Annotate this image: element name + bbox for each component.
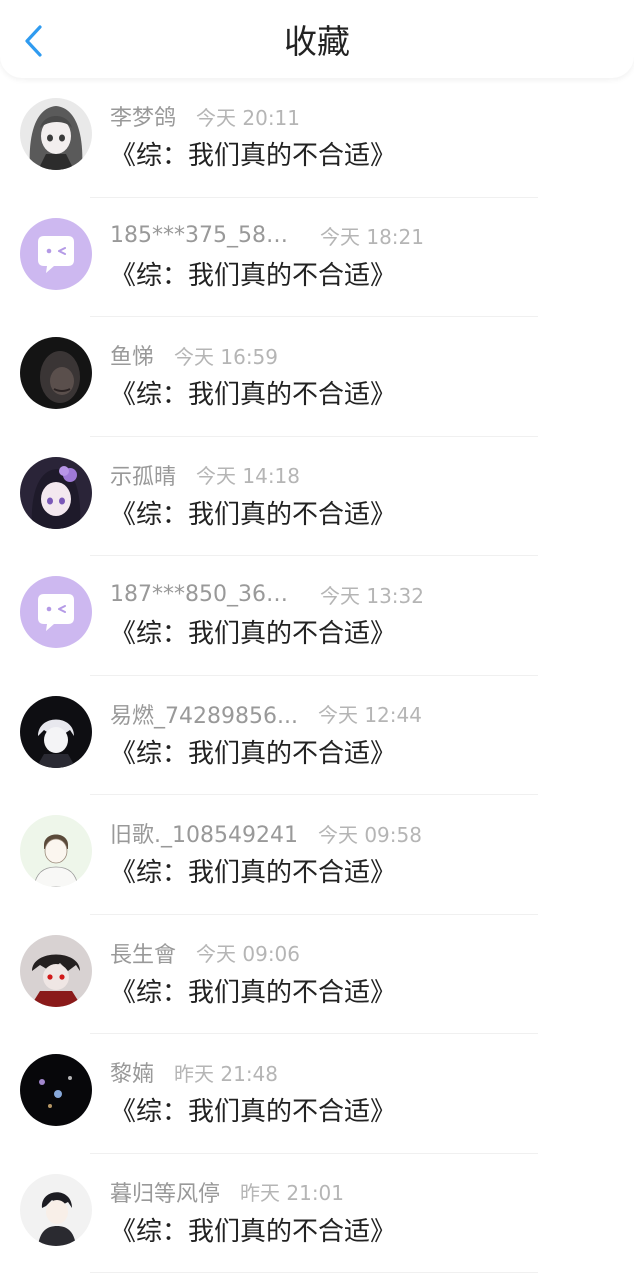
avatar[interactable] xyxy=(20,815,92,887)
night-lights-avatar-icon xyxy=(20,1054,92,1126)
dark-photo-avatar-icon xyxy=(20,337,92,409)
user-name[interactable]: 李梦鸽 xyxy=(110,100,176,132)
avatar[interactable] xyxy=(20,217,92,290)
avatar[interactable] xyxy=(20,1054,92,1126)
item-content[interactable]: 《综：我们真的不合适》 xyxy=(110,614,396,654)
list-item[interactable]: 黎婻 昨天 21:48 《综：我们真的不合适》 xyxy=(0,1034,634,1154)
list-item[interactable]: 李梦鸽 今天 20:11 《综：我们真的不合适》 xyxy=(0,78,634,198)
timestamp: 昨天 21:01 xyxy=(240,1181,345,1205)
item-meta: 易燃_74289856... 今天 12:44 xyxy=(110,698,422,730)
anime-girl-avatar-icon xyxy=(20,98,92,170)
anime-red-eyes-avatar-icon xyxy=(20,934,92,1007)
item-meta: 185***375_5806... 今天 18:21 xyxy=(110,220,424,252)
item-meta: 187***850_3667... 今天 13:32 xyxy=(110,578,424,610)
item-content[interactable]: 《综：我们真的不合适》 xyxy=(110,375,396,415)
list-item[interactable]: 185***375_5806... 今天 18:21 《综：我们真的不合适》 xyxy=(0,198,634,317)
item-meta: 暮归等风停 昨天 21:01 xyxy=(110,1176,344,1208)
item-content[interactable]: 《综：我们真的不合适》 xyxy=(110,973,396,1013)
item-content[interactable]: 《综：我们真的不合适》 xyxy=(110,1092,396,1132)
list-item[interactable]: 暮归等风停 昨天 21:01 《综：我们真的不合适》 xyxy=(0,1154,634,1273)
item-meta: 李梦鸽 今天 20:11 xyxy=(110,100,300,132)
item-content[interactable]: 《综：我们真的不合适》 xyxy=(110,734,396,774)
timestamp: 今天 12:44 xyxy=(317,703,422,727)
item-content[interactable]: 《综：我们真的不合适》 xyxy=(110,495,396,535)
chat-bubble-icon xyxy=(20,217,92,290)
avatar[interactable] xyxy=(20,576,92,648)
item-meta: 黎婻 昨天 21:48 xyxy=(110,1056,278,1088)
chat-bubble-icon xyxy=(20,576,92,648)
item-meta: 旧歌._108549241 今天 09:58 xyxy=(110,817,422,849)
avatar[interactable] xyxy=(20,98,92,170)
favorites-screen: 收藏 李梦鸽 今天 20:11 《综：我们真的不合适》 185***375_58… xyxy=(0,0,634,1280)
header-bar: 收藏 xyxy=(0,0,634,78)
favorites-list: 李梦鸽 今天 20:11 《综：我们真的不合适》 185***375_5806.… xyxy=(0,78,634,1273)
item-meta: 示孤晴 今天 14:18 xyxy=(110,459,300,491)
list-item[interactable]: 187***850_3667... 今天 13:32 《综：我们真的不合适》 xyxy=(0,556,634,676)
item-meta: 長生會 今天 09:06 xyxy=(110,937,300,969)
page-title: 收藏 xyxy=(284,22,350,61)
avatar[interactable] xyxy=(20,1173,92,1246)
item-meta: 鱼悌 今天 16:59 xyxy=(110,339,278,371)
item-content[interactable]: 《综：我们真的不合适》 xyxy=(110,1212,396,1252)
user-name[interactable]: 暮归等风停 xyxy=(110,1176,220,1208)
anime-boy-black-hair-avatar-icon xyxy=(20,1173,92,1246)
timestamp: 今天 09:58 xyxy=(317,822,422,847)
anime-boy-avatar-icon xyxy=(20,695,92,768)
user-name[interactable]: 鱼悌 xyxy=(110,339,154,371)
user-name[interactable]: 示孤晴 xyxy=(110,459,176,491)
avatar[interactable] xyxy=(20,456,92,529)
list-item[interactable]: 易燃_74289856... 今天 12:44 《综：我们真的不合适》 xyxy=(0,676,634,795)
timestamp: 今天 20:11 xyxy=(196,105,301,130)
item-content[interactable]: 《综：我们真的不合适》 xyxy=(110,853,396,893)
timestamp: 今天 13:32 xyxy=(320,583,424,608)
divider xyxy=(90,1272,538,1273)
user-name[interactable]: 187***850_3667... xyxy=(110,582,300,607)
list-item[interactable]: 長生會 今天 09:06 《综：我们真的不合适》 xyxy=(0,915,634,1034)
timestamp: 昨天 21:48 xyxy=(174,1061,279,1086)
timestamp: 今天 14:18 xyxy=(196,464,301,488)
item-content[interactable]: 《综：我们真的不合适》 xyxy=(110,136,396,176)
avatar[interactable] xyxy=(20,337,92,409)
item-content[interactable]: 《综：我们真的不合适》 xyxy=(110,256,396,296)
avatar[interactable] xyxy=(20,695,92,768)
user-name[interactable]: 旧歌._108549241 xyxy=(110,817,298,849)
sketch-boy-avatar-icon xyxy=(20,815,92,887)
user-name[interactable]: 185***375_5806... xyxy=(110,223,300,248)
timestamp: 今天 16:59 xyxy=(174,344,279,369)
list-item[interactable]: 旧歌._108549241 今天 09:58 《综：我们真的不合适》 xyxy=(0,795,634,915)
user-name[interactable]: 黎婻 xyxy=(110,1056,154,1088)
list-item[interactable]: 鱼悌 今天 16:59 《综：我们真的不合适》 xyxy=(0,317,634,437)
anime-girl-rose-avatar-icon xyxy=(20,456,92,529)
list-item[interactable]: 示孤晴 今天 14:18 《综：我们真的不合适》 xyxy=(0,437,634,556)
timestamp: 今天 18:21 xyxy=(320,225,424,249)
user-name[interactable]: 易燃_74289856... xyxy=(110,698,298,730)
user-name[interactable]: 長生會 xyxy=(110,937,176,969)
timestamp: 今天 09:06 xyxy=(196,942,301,966)
avatar[interactable] xyxy=(20,934,92,1007)
